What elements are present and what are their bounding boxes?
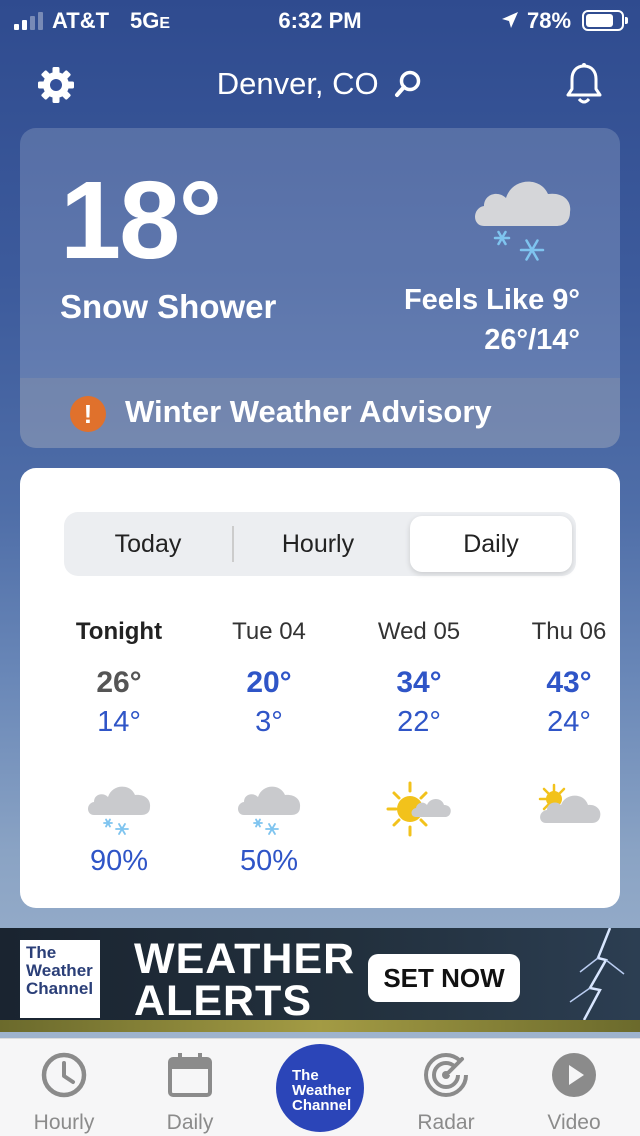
- cloud-snow-icon: [238, 786, 301, 835]
- twc-home-button[interactable]: The Weather Channel: [276, 1044, 364, 1132]
- ad-title: WEATHER ALERTS: [134, 935, 356, 1025]
- status-bar: AT&T 5GE 6:32 PM 78%: [0, 0, 640, 44]
- bell-icon[interactable]: [565, 62, 603, 106]
- tab-hourly[interactable]: Hourly: [234, 512, 402, 576]
- twc-logo: The Weather Channel: [20, 940, 100, 1018]
- current-temperature: 18°: [60, 159, 222, 282]
- location-name: Denver, CO: [216, 65, 379, 101]
- tab-daily[interactable]: Daily: [410, 516, 572, 572]
- forecast-low: 14°: [97, 706, 141, 738]
- set-now-button[interactable]: SET NOW: [368, 954, 520, 1002]
- radar-icon: [424, 1051, 470, 1097]
- current-conditions-card[interactable]: 18° Snow Shower Feels Like 9° 26°/14° ! …: [20, 128, 620, 448]
- calendar-icon: [168, 1053, 212, 1097]
- forecast-day[interactable]: Tue 04 20° 3° 50%: [194, 618, 344, 881]
- tab-daily-nav[interactable]: Daily: [130, 1039, 250, 1135]
- weather-advisory-banner[interactable]: ! Winter Weather Advisory: [20, 378, 620, 448]
- tab-today[interactable]: Today: [64, 512, 232, 576]
- tab-label: Hourly: [33, 1111, 95, 1134]
- forecast-segmented-control: Today Hourly Daily: [64, 512, 576, 576]
- forecast-day[interactable]: Tonight 26° 14° 90%: [44, 618, 194, 881]
- search-icon: [395, 70, 421, 97]
- forecast-high: 20°: [246, 666, 292, 699]
- current-condition: Snow Shower: [60, 288, 277, 325]
- location-selector[interactable]: Denver, CO: [0, 64, 640, 102]
- feels-like: Feels Like 9°: [403, 284, 580, 316]
- precip-chance: 50%: [239, 845, 299, 877]
- lightning-icon: [569, 928, 625, 1020]
- tab-radar-nav[interactable]: Radar: [386, 1039, 506, 1135]
- forecast-day-label: Wed 05: [377, 618, 461, 645]
- forecast-day[interactable]: Thu 06 43° 24°: [494, 618, 640, 881]
- advisory-text: Winter Weather Advisory: [125, 394, 492, 429]
- tab-video-nav[interactable]: Video: [514, 1039, 634, 1135]
- tab-label: Radar: [417, 1111, 475, 1134]
- alert-icon: !: [70, 396, 106, 432]
- forecast-low: 3°: [255, 706, 283, 738]
- tab-label: Daily: [166, 1111, 214, 1134]
- precip-chance: 90%: [89, 845, 149, 877]
- location-arrow-icon: [502, 12, 518, 28]
- forecast-low: 24°: [547, 706, 591, 738]
- tab-hourly-nav[interactable]: Hourly: [4, 1039, 124, 1135]
- weather-alerts-ad[interactable]: The Weather Channel WEATHER ALERTS SET N…: [0, 928, 640, 1032]
- battery-icon: [582, 10, 628, 31]
- precip-chance: [494, 845, 640, 881]
- forecast-card: Today Hourly Daily Tonight 26° 14° 90% T…: [20, 468, 620, 908]
- forecast-high: 43°: [546, 666, 592, 699]
- ad-ground-strip: [0, 1020, 640, 1032]
- sun-cloud-icon: [386, 781, 451, 837]
- forecast-day-label: Tue 04: [232, 618, 306, 645]
- forecast-day-label: Thu 06: [531, 618, 607, 645]
- forecast-low: 22°: [397, 706, 441, 738]
- battery-percent: 78%: [527, 8, 572, 33]
- partly-cloudy-icon: [538, 783, 601, 823]
- cloud-snow-icon: [475, 181, 571, 261]
- tab-label: Video: [547, 1111, 601, 1134]
- forecast-high: 26°: [96, 666, 142, 699]
- forecast-day-label: Tonight: [75, 618, 163, 645]
- play-icon: [552, 1053, 596, 1097]
- forecast-high: 34°: [396, 666, 442, 699]
- clock-icon: [41, 1052, 87, 1098]
- precip-chance: [344, 845, 494, 881]
- high-low: 26°/14°: [484, 324, 580, 356]
- cloud-snow-icon: [88, 786, 151, 835]
- forecast-day[interactable]: Wed 05 34° 22°: [344, 618, 494, 881]
